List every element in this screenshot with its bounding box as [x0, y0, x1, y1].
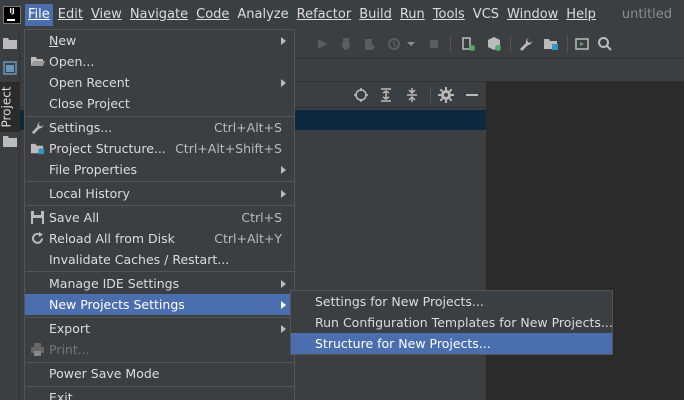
folder-open-icon	[31, 57, 45, 66]
menu-item-project-structure[interactable]: Project Structure... Ctrl+Alt+Shift+S	[25, 138, 294, 159]
menu-item-open-recent[interactable]: Open Recent	[25, 72, 294, 93]
menu-item-power-save-mode[interactable]: Power Save Mode	[25, 363, 294, 384]
project-structure-icon[interactable]	[543, 36, 559, 52]
menu-analyze[interactable]: Analyze	[234, 4, 291, 26]
menu-item-save-all[interactable]: Save All Ctrl+S	[25, 207, 294, 228]
wrench-icon	[31, 121, 44, 135]
locate-icon[interactable]	[353, 87, 369, 103]
folder-icon	[3, 136, 17, 147]
minimize-icon[interactable]	[464, 87, 480, 103]
menu-help[interactable]: Help	[563, 4, 599, 26]
expand-all-icon[interactable]	[378, 87, 394, 103]
menu-navigate[interactable]: Navigate	[127, 4, 191, 26]
run-icon[interactable]	[314, 36, 330, 52]
menu-item-invalidate-caches[interactable]: Invalidate Caches / Restart...	[25, 249, 294, 270]
menu-item-exit[interactable]: Exit	[25, 387, 294, 400]
header-separator	[430, 87, 431, 103]
coverage-icon[interactable]	[362, 36, 378, 52]
toolbar-separator	[510, 36, 511, 52]
debug-icon[interactable]	[338, 36, 354, 52]
save-icon	[31, 211, 44, 224]
print-icon	[31, 343, 44, 356]
reload-icon	[32, 232, 43, 244]
menu-item-manage-ide-settings[interactable]: Manage IDE Settings	[25, 273, 294, 294]
intellij-logo-icon: IJ	[3, 5, 21, 24]
menu-item-file-properties[interactable]: File Properties	[25, 159, 294, 180]
menu-code[interactable]: Code	[193, 4, 232, 26]
menu-build[interactable]: Build	[356, 4, 395, 26]
submenu-item-structure-for-new-projects[interactable]: Structure for New Projects...	[291, 333, 612, 354]
menu-vcs[interactable]: VCS	[470, 4, 502, 26]
gear-icon[interactable]	[438, 87, 454, 103]
wrench-icon[interactable]	[518, 36, 534, 52]
window-title: untitled	[621, 7, 672, 22]
chevron-down-icon[interactable]	[406, 36, 416, 52]
menu-item-local-history[interactable]: Local History	[25, 183, 294, 204]
file-menu: New Open... Open Recent Close Project Se…	[24, 29, 295, 400]
folder-icon[interactable]	[3, 37, 17, 49]
menu-view[interactable]: View	[88, 4, 125, 26]
project-structure-icon	[30, 143, 45, 155]
menu-item-export[interactable]: Export	[25, 318, 294, 339]
menu-item-print[interactable]: Print...	[25, 339, 294, 360]
menu-edit[interactable]: Edit	[55, 4, 86, 26]
project-tool-tab[interactable]: Project	[0, 82, 20, 132]
menu-refactor[interactable]: Refactor	[294, 4, 355, 26]
menu-bar: IJ File Edit View Navigate Code Analyze …	[0, 0, 684, 29]
menu-window[interactable]: Window	[504, 4, 561, 26]
menu-separator	[26, 181, 294, 182]
profile-icon[interactable]	[386, 36, 402, 52]
device-manager-icon[interactable]	[460, 36, 476, 52]
menu-item-new-projects-settings[interactable]: New Projects Settings	[25, 294, 294, 315]
new-projects-settings-submenu: Settings for New Projects... Run Configu…	[290, 290, 613, 355]
submenu-item-run-configuration-templates[interactable]: Run Configuration Templates for New Proj…	[291, 312, 613, 333]
menu-separator	[26, 205, 294, 206]
presentation-icon[interactable]	[574, 36, 590, 52]
submenu-item-settings-for-new-projects[interactable]: Settings for New Projects...	[291, 291, 612, 312]
collapse-all-icon[interactable]	[404, 87, 420, 103]
sdk-manager-icon[interactable]	[486, 36, 502, 52]
toolbar-separator	[567, 36, 568, 52]
menu-tools[interactable]: Tools	[430, 4, 468, 26]
window-icon[interactable]	[3, 61, 17, 75]
search-icon[interactable]	[597, 36, 613, 52]
menu-run[interactable]: Run	[397, 4, 428, 26]
menu-item-reload-all[interactable]: Reload All from Disk Ctrl+Alt+Y	[25, 228, 294, 249]
menu-item-open[interactable]: Open...	[25, 51, 294, 72]
menu-item-new[interactable]: New	[25, 30, 294, 51]
stop-icon[interactable]	[426, 36, 442, 52]
menu-separator	[26, 271, 294, 272]
toolbar-separator	[450, 36, 451, 52]
menu-file[interactable]: File	[25, 3, 53, 26]
menu-item-close-project[interactable]: Close Project	[25, 93, 294, 114]
menu-item-settings[interactable]: Settings... Ctrl+Alt+S	[25, 117, 294, 138]
